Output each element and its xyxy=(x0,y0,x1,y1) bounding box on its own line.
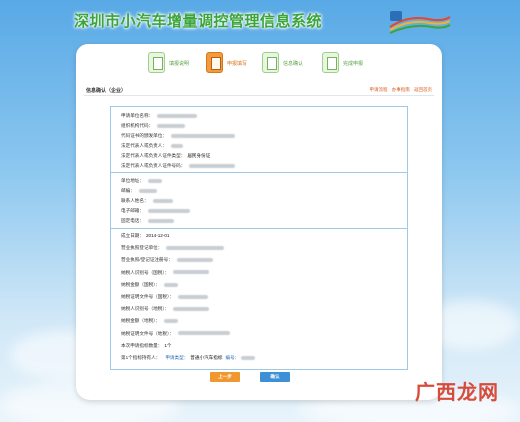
info-row: 代码证书的颁发单位： xyxy=(121,133,235,141)
info-row: 成立日期： 2014-12-01 xyxy=(121,233,169,241)
field-value: 普通小汽车指标 xyxy=(190,355,223,360)
main-panel: 填报说明 申报填写 信息确认 完成申报 信息确认（企业） 申请流程 办事指南 返… xyxy=(76,44,442,400)
field-label: 申请单位名称： xyxy=(121,113,154,118)
step-label: 申报填写 xyxy=(227,61,248,67)
link-home[interactable]: 返回首页 xyxy=(414,87,432,92)
step-label: 信息确认 xyxy=(283,61,304,67)
info-row: 营业执照登记单位： xyxy=(121,245,225,253)
redacted-value xyxy=(164,282,179,287)
field-label: 邮编： xyxy=(121,188,135,193)
info-row: 纳税人识别号（国税）： xyxy=(121,269,210,278)
field-label: 单位地址： xyxy=(121,178,144,183)
field-label: 纳税金额（国税）： xyxy=(121,281,161,287)
info-row: 申请单位名称： xyxy=(121,113,198,121)
checkmark-icon xyxy=(322,52,339,73)
field-value: 1个 xyxy=(164,342,172,348)
info-row: 电子邮箱： xyxy=(121,208,190,216)
clipboard-icon xyxy=(262,52,279,73)
redacted-value xyxy=(138,188,157,193)
info-row: 本次申请指标数量： 1个 xyxy=(121,343,172,351)
redacted-value xyxy=(157,123,186,128)
redacted-value xyxy=(147,218,174,223)
logo-icon xyxy=(389,11,451,34)
redacted-value xyxy=(147,208,190,213)
redacted-value xyxy=(241,355,256,360)
system-logo[interactable] xyxy=(388,9,452,35)
info-row: 组织机构代码： xyxy=(121,123,186,131)
field-label: 法定代表人或负责人证件类型： xyxy=(121,153,186,158)
confirm-button[interactable]: 确认 xyxy=(260,372,290,382)
progress-steps: 填报说明 申报填写 信息确认 完成申报 xyxy=(76,50,442,86)
previous-button[interactable]: 上一步 xyxy=(210,372,240,382)
redacted-value xyxy=(152,198,173,203)
info-row: 单位地址： xyxy=(121,178,162,186)
redacted-value xyxy=(157,113,198,118)
info-row: 纳税人识别号（地税）： xyxy=(121,306,210,314)
field-label: 营业执照登记单位： xyxy=(121,245,163,251)
redacted-value xyxy=(147,178,162,183)
info-row: 邮编： xyxy=(121,188,157,196)
site-header: 深圳市小汽车增量调控管理信息系统 xyxy=(0,0,520,44)
info-row: 营业执照/登记证注册号： xyxy=(121,257,213,265)
section-links: 申请流程 办事指南 返回首页 xyxy=(366,87,432,93)
redacted-value xyxy=(189,163,236,168)
redacted-value xyxy=(170,133,235,138)
edit-icon xyxy=(206,52,223,73)
info-confirmation-card: 申请单位名称： 组织机构代码： 代码证书的颁发单位： 法定代表人或负责人： 法定代表人或… xyxy=(110,106,408,370)
field-value: 居民身份证 xyxy=(187,153,211,158)
redacted-value xyxy=(177,294,208,299)
info-row: 纳税金额（国税）： xyxy=(121,281,179,290)
field-label: 纳税金额（地税）： xyxy=(121,318,161,324)
site-title: 深圳市小汽车增量调控管理信息系统 xyxy=(74,13,323,30)
redacted-value xyxy=(173,270,210,275)
document-icon xyxy=(148,52,165,73)
field-label: 成立日期： xyxy=(121,233,144,238)
field-label: 法定代表人或负责人： xyxy=(121,143,167,148)
info-row: 法定代表人或负责人： xyxy=(121,143,183,151)
field-label: 纳税人识别号（国税）： xyxy=(121,269,170,275)
step-label: 完成申报 xyxy=(343,61,364,67)
section-header: 信息确认（企业） 申请流程 办事指南 返回首页 xyxy=(84,84,434,96)
info-row: 纳税证明文件号（地税）： xyxy=(121,331,230,339)
field-label: 纳税证明文件号（国税）： xyxy=(121,294,174,299)
section-title: 信息确认（企业） xyxy=(86,88,127,94)
link-process[interactable]: 申请流程 xyxy=(369,87,387,92)
link-guide[interactable]: 办事指南 xyxy=(392,87,410,92)
field-label: 第1个指标持有人： xyxy=(121,355,161,360)
field-label: 固定电话： xyxy=(121,218,144,223)
info-row: 纳税证明文件号（国税）： xyxy=(121,294,208,302)
field-label: 纳税人识别号（地税）： xyxy=(121,306,170,312)
redacted-value xyxy=(164,319,179,324)
redacted-value xyxy=(173,306,210,311)
field-label: 法定代表人或负责人证件号码： xyxy=(121,163,186,168)
redacted-value xyxy=(170,143,183,148)
info-row: 法定代表人或负责人证件类型： 居民身份证 xyxy=(121,153,210,161)
info-row: 第1个指标持有人： 申请类型： 普通小汽车指标 编号： xyxy=(121,355,256,363)
field-label: 电子邮箱： xyxy=(121,208,144,213)
info-row: 联系人姓名： xyxy=(121,198,173,206)
field-label: 组织机构代码： xyxy=(121,123,154,128)
registration-tax-info: 成立日期： 2014-12-01 营业执照登记单位： 营业执照/登记证注册号： 纳税人识… xyxy=(111,229,407,369)
inline-link[interactable]: 申请类型： xyxy=(165,355,188,360)
watermark-logo: 广西龙网 xyxy=(415,380,499,404)
field-label: 代码证书的颁发单位： xyxy=(121,133,167,138)
step-label: 填报说明 xyxy=(169,61,190,67)
field-value: 2014-12-01 xyxy=(145,233,170,238)
info-row: 法定代表人或负责人证件号码： xyxy=(121,163,236,171)
inline-link[interactable]: 编号： xyxy=(225,355,239,360)
redacted-value xyxy=(177,331,230,336)
contact-info: 单位地址： 邮编： 联系人姓名： 电子邮箱： 固定电话： xyxy=(111,173,407,229)
company-basic-info: 申请单位名称： 组织机构代码： 代码证书的颁发单位： 法定代表人或负责人： 法定代表人或… xyxy=(111,107,407,173)
field-label: 营业执照/登记证注册号： xyxy=(121,257,173,263)
field-label: 纳税证明文件号（地税）： xyxy=(121,330,174,336)
redacted-value xyxy=(166,245,225,250)
field-label: 本次申请指标数量： xyxy=(121,342,163,348)
info-row: 固定电话： xyxy=(121,218,174,226)
redacted-value xyxy=(176,258,213,263)
field-label: 联系人姓名： xyxy=(121,198,149,203)
info-row: 纳税金额（地税）： xyxy=(121,318,179,326)
